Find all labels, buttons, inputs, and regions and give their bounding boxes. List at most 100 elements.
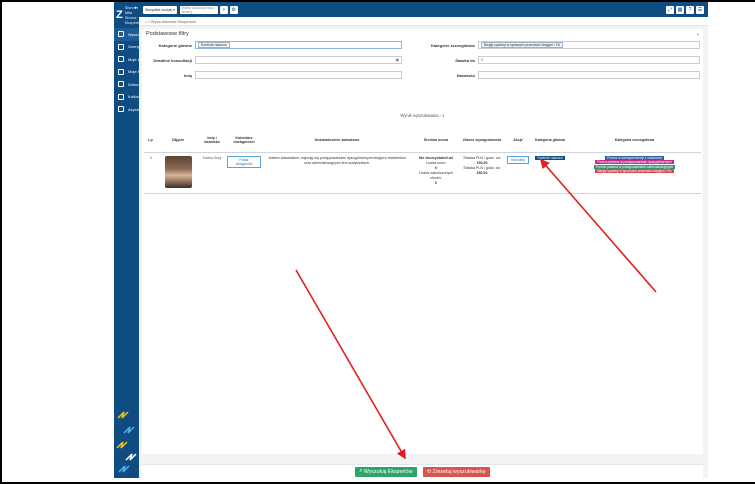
expert-photo[interactable] (164, 155, 192, 188)
consultations-count: 0 (435, 180, 437, 185)
column-header: Średnia ocena (412, 128, 460, 153)
sidebar-item-label: Moje konto (128, 56, 139, 62)
column-header: Kategoria główna (532, 128, 568, 153)
column-header: Kalendarz dostępności (226, 128, 262, 153)
top-bar: Wszystkie moduły ▾ Wpisz szukaną frazę i… (139, 2, 708, 17)
first-name-label: Imię (183, 73, 192, 78)
global-search-input[interactable]: Wpisz szukaną frazę i wciśnij (179, 5, 218, 14)
rating-text: Nie skorzystałeś/-aś (418, 155, 454, 160)
user-menu-icon[interactable]: ☰ (696, 5, 704, 14)
photo-cell (158, 152, 198, 194)
show-availability-button[interactable]: Pokaż dostępność (227, 155, 261, 168)
consult-button[interactable]: Konsultuj (507, 155, 529, 164)
main-categories-select[interactable]: Kontrole nadzoru (195, 41, 402, 49)
expand-icon[interactable]: ⤢ (666, 5, 674, 14)
column-header: Doświadczenie zawodowe (262, 128, 412, 153)
deadline-input[interactable]: ▦ (195, 56, 402, 64)
footer-bar: ⌕ Wyszukaj Ekspertów ⟲ Zresetuj wyszukiw… (142, 464, 703, 478)
sidebar-item-label: Oceny Ekspertów (128, 44, 139, 50)
column-header: Kategoria szczegółowa (568, 128, 701, 153)
sub-category-badge: Biegły sądowy w sprawach przeciwko biegł… (595, 169, 674, 173)
rate-input[interactable]: 0 (478, 56, 700, 64)
last-name-label: Nazwisko (456, 73, 475, 78)
module-select-value: Wszystkie moduły (145, 7, 173, 12)
calculator-icon (118, 93, 124, 100)
rate-from-label: Stawka PLN / godz. od: (463, 155, 501, 160)
user-icon (118, 56, 124, 63)
experience-text: Jestem adwokatem, zajmuję się postępowan… (262, 152, 412, 194)
column-header: Zdjęcie (158, 128, 198, 153)
sidebar-item-label: Wyszukiwarka Ekspertów (128, 31, 139, 37)
search-icon[interactable]: ⌕ (219, 5, 228, 14)
sidebar-item-my-consultations[interactable]: Moje konsultacje (114, 66, 139, 79)
document-icon (118, 81, 124, 88)
breadcrumb-current[interactable]: Wyszukiwarka Ekspertów (151, 19, 196, 24)
sidebar-item-label: Kalkulatory (WIP) (128, 94, 139, 100)
rate-to: 350.00 (476, 170, 488, 175)
search-placeholder: Wpisz szukaną frazę i wciśnij (181, 5, 215, 14)
table-header-row: Lp. Zdjęcie Imię i nazwisko Kalendarz do… (144, 128, 701, 153)
reset-search-button[interactable]: ⟲ Zresetuj wyszukiwarkę (422, 466, 490, 477)
sidebar-item-expert-ratings[interactable]: Oceny Ekspertów (114, 41, 139, 54)
pin-icon[interactable]: ✦ (134, 5, 137, 10)
column-header: Akcje (504, 128, 532, 153)
rate-to-label: Stawka PLN / godz. do: (463, 165, 501, 170)
actions-cell: Konsultuj (504, 152, 532, 194)
sidebar-item-label: Moje konsultacje (128, 69, 139, 75)
sidebar-nav: Wyszukiwarka Ekspertów Oceny Ekspertów M… (114, 28, 139, 116)
sub-category-cell: Pomoc w korespondencji z nadzorem Pomoc … (568, 152, 701, 194)
main-category-badge: Kontrole nadzoru (535, 155, 565, 160)
calendar-icon[interactable]: ▦ (676, 5, 684, 14)
column-header: Zakres wynagrodzenia (460, 128, 504, 153)
column-header: Imię i nazwisko (198, 128, 226, 153)
star-icon (118, 43, 124, 50)
chat-icon (118, 68, 124, 75)
sidebar-item-calculators[interactable]: Kalkulatory (WIP) (114, 91, 139, 104)
main-categories-label: Kategorie główne (158, 43, 192, 48)
column-header: Lp. (144, 128, 158, 153)
sub-categories-select[interactable]: Biegły sądowy w sprawach przeciwko biegł… (478, 41, 700, 49)
app-window: Z Skinner Miła Strona Ekspertów ✦ Wyszuk… (114, 2, 708, 478)
rate-label: Stawka do (455, 58, 475, 63)
rate-cell: Stawka PLN / godz. od: 150.00 Stawka PLN… (460, 152, 504, 194)
sidebar: Z Skinner Miła Strona Ekspertów ✦ Wyszuk… (114, 2, 143, 478)
search-experts-button[interactable]: ⌕ Wyszukaj Ekspertów (355, 466, 417, 477)
gear-icon[interactable]: ⚙ (229, 5, 238, 14)
decorative-pattern (116, 411, 137, 473)
filters-title: Podstawowe filtry (146, 31, 189, 37)
last-name-input[interactable] (478, 71, 700, 79)
sub-category-chip[interactable]: Biegły sądowy w sprawach przeciwko biegł… (481, 42, 564, 48)
results-table: Lp. Zdjęcie Imię i nazwisko Kalendarz do… (144, 128, 701, 194)
main-category-chip[interactable]: Kontrole nadzoru (198, 42, 230, 48)
breadcrumb: ⌂ / Wyszukiwarka Ekspertów (139, 17, 708, 26)
sub-category-badge: Pomoc w korespondencji z nadzorem (605, 155, 664, 160)
users-icon (118, 31, 124, 38)
row-index: 1 (144, 152, 158, 194)
sidebar-item-ai-assistant[interactable]: Asystent AI (114, 103, 139, 116)
expert-name: Kalina Grey (198, 152, 226, 194)
sub-category-badge: Pomoc prawna w postępowaniach dyscyplina… (595, 160, 674, 164)
rate-value: 0 (481, 58, 483, 62)
search-panel: Podstawowe filtry ⌄ Kategorie główne Kon… (142, 29, 703, 454)
calendar-icon[interactable]: ▦ (396, 58, 399, 62)
table-row: 1 Kalina Grey Pokaż dostępność Jestem ad… (144, 152, 701, 194)
first-name-input[interactable] (195, 71, 402, 79)
calendar-cell: Pokaż dostępność (226, 152, 262, 194)
sub-categories-label: Kategorie szczegółowe (430, 43, 475, 48)
top-bar-actions: ⤢ ▦ ? ☰ (664, 5, 704, 14)
module-select[interactable]: Wszystkie moduły ▾ (143, 5, 177, 14)
robot-icon (118, 106, 124, 113)
app-logo: Z (116, 9, 123, 21)
main-category-cell: Kontrole nadzoru (532, 152, 568, 194)
deadline-label: Deadline konsultacji (153, 58, 192, 63)
consultations-label: Liczba zakończonych zleceń: (418, 170, 454, 180)
home-icon[interactable]: ⌂ (145, 19, 147, 24)
sidebar-item-expert-search[interactable]: Wyszukiwarka Ekspertów (114, 28, 139, 41)
results-count: Wynik wyszukiwania - 1 (400, 113, 445, 118)
reset-search-label: Zresetuj wyszukiwarkę (432, 468, 486, 475)
sidebar-item-my-account[interactable]: Moje konto (114, 53, 139, 66)
help-icon[interactable]: ? (686, 5, 694, 14)
sidebar-item-documents[interactable]: Dokumenty (114, 78, 139, 91)
chevron-down-icon[interactable]: ⌄ (696, 31, 700, 37)
rating-cell: Nie skorzystałeś/-aś Liczba ocen: 0 Licz… (412, 152, 460, 194)
